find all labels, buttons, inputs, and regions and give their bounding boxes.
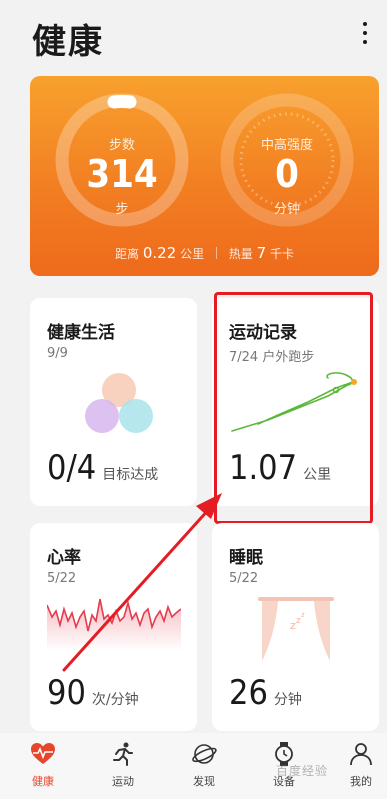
heart-bpm: 90	[47, 673, 86, 713]
sleep-card[interactable]: 睡眠 5/22 z z z 26 分钟	[212, 523, 379, 731]
workout-distance: 1.07	[229, 448, 298, 488]
distance-unit: 公里	[180, 247, 205, 261]
steps-label: 步数	[108, 138, 135, 153]
workout-record-title: 运动记录	[229, 323, 297, 343]
watermark: 百度经验	[276, 764, 329, 778]
planet-icon	[192, 744, 217, 764]
healthy-living-title: 健康生活	[47, 323, 115, 343]
healthy-living-count: 0/4	[47, 448, 97, 488]
calories-label: 热量	[228, 247, 253, 261]
workout-record-date: 7/24 户外跑步	[229, 350, 315, 365]
header: 健康	[0, 0, 387, 70]
heart-rate-value: 90 次/分钟	[47, 673, 139, 713]
nav-exercise[interactable]: 运动	[93, 741, 153, 789]
bottom-navigation: 健康 运动 发现 设备 我的	[0, 733, 387, 799]
steps-ring: 步数 314 步	[52, 90, 192, 230]
healthy-living-unit: 目标达成	[102, 467, 159, 483]
summary-footer: 距离 0.22 公里 热量 7 千卡	[30, 244, 379, 262]
distance-value: 0.22	[142, 244, 177, 262]
more-options-icon[interactable]	[357, 22, 373, 50]
goal-circles-icon	[85, 373, 153, 433]
heart-rate-card[interactable]: 心率 5/22 90 次/分钟	[30, 523, 197, 731]
person-icon	[350, 743, 372, 766]
nav-health-label: 健康	[32, 775, 54, 788]
nav-discover-label: 发现	[193, 775, 215, 788]
sleep-duration: 26	[229, 673, 268, 713]
heart-pulse-icon	[31, 743, 55, 764]
heart-bpm-unit: 次/分钟	[91, 692, 139, 708]
page-title: 健康	[32, 22, 104, 62]
calories-unit: 千卡	[269, 247, 294, 261]
sleep-duration-unit: 分钟	[273, 692, 302, 708]
svg-text:z: z	[301, 611, 305, 619]
healthy-living-card[interactable]: 健康生活 9/9 0/4 目标达成	[30, 298, 197, 506]
sleep-value: 26 分钟	[229, 673, 302, 713]
distance-label: 距离	[115, 247, 140, 261]
activity-summary-card[interactable]: 步数 314 步 中高强度 0 分钟 距离 0.22 公里 热量 7 千卡	[30, 76, 379, 276]
healthy-living-date: 9/9	[47, 346, 68, 361]
workout-distance-unit: 公里	[303, 467, 332, 483]
intensity-ring: 中高强度 0 分钟	[217, 90, 357, 230]
workout-record-card[interactable]: 运动记录 7/24 户外跑步 1.07 公里	[212, 298, 379, 506]
heart-rate-date: 5/22	[47, 571, 77, 586]
intensity-unit: 分钟	[273, 202, 300, 217]
steps-unit: 步	[115, 202, 129, 217]
divider	[215, 247, 217, 259]
heart-rate-chart	[47, 598, 181, 651]
steps-value: 314	[86, 152, 158, 196]
sleep-title: 睡眠	[229, 548, 263, 568]
sleep-date: 5/22	[229, 571, 259, 586]
intensity-value: 0	[275, 152, 299, 196]
heart-rate-title: 心率	[47, 548, 81, 568]
healthy-living-value: 0/4 目标达成	[47, 448, 158, 488]
calories-value: 7	[256, 244, 267, 262]
nav-exercise-label: 运动	[112, 775, 134, 788]
nav-discover[interactable]: 发现	[174, 741, 234, 789]
runner-icon	[113, 742, 133, 766]
intensity-label: 中高强度	[260, 138, 313, 153]
curtain-icon: z z z	[258, 597, 334, 661]
workout-record-value: 1.07 公里	[229, 448, 331, 488]
nav-health[interactable]: 健康	[13, 741, 73, 789]
route-map-icon	[231, 372, 357, 432]
nav-profile-label: 我的	[350, 775, 372, 788]
nav-profile[interactable]: 我的	[335, 741, 387, 789]
